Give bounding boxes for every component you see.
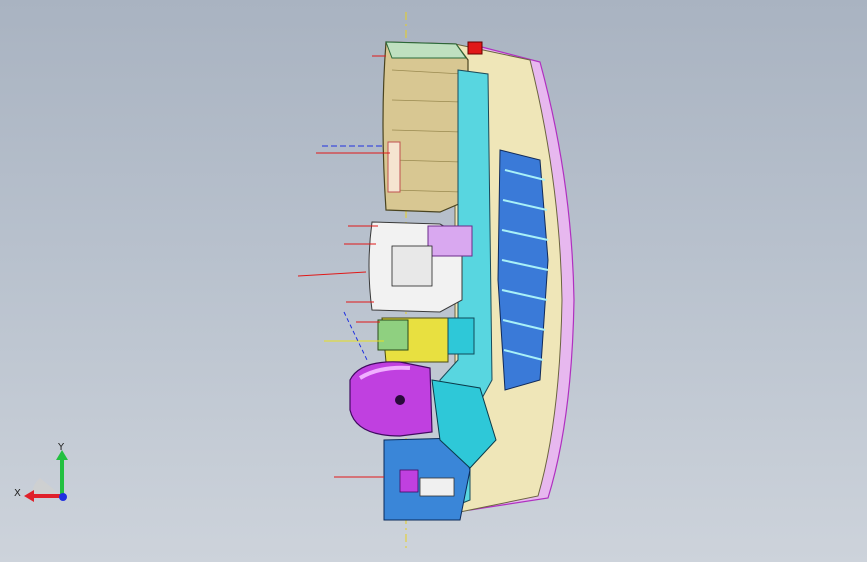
triad-z-origin (59, 493, 67, 501)
triad-base-shade (31, 478, 62, 496)
lower-cyan-connector (447, 317, 475, 355)
top-cover-green-strip (385, 41, 467, 59)
lower-green-block (377, 319, 409, 351)
top-cover-window (387, 141, 401, 193)
top-red-cap (467, 41, 483, 55)
cad-viewport[interactable]: Y X (0, 0, 867, 562)
triad-x-arrow (24, 490, 34, 502)
bottom-white-clip (419, 477, 455, 497)
annotation-leader-diagonal (343, 311, 369, 363)
bottom-magenta-tab (399, 469, 419, 493)
motor-housing-magenta (349, 361, 433, 437)
mid-housing-detail (391, 245, 433, 287)
cad-model-render[interactable] (0, 0, 867, 562)
motor-hub (395, 395, 405, 405)
triad-x-label: X (14, 488, 21, 499)
coordinate-triad: Y X (14, 442, 68, 502)
triad-y-label: Y (57, 442, 65, 453)
mid-housing-pink-block (427, 225, 473, 257)
